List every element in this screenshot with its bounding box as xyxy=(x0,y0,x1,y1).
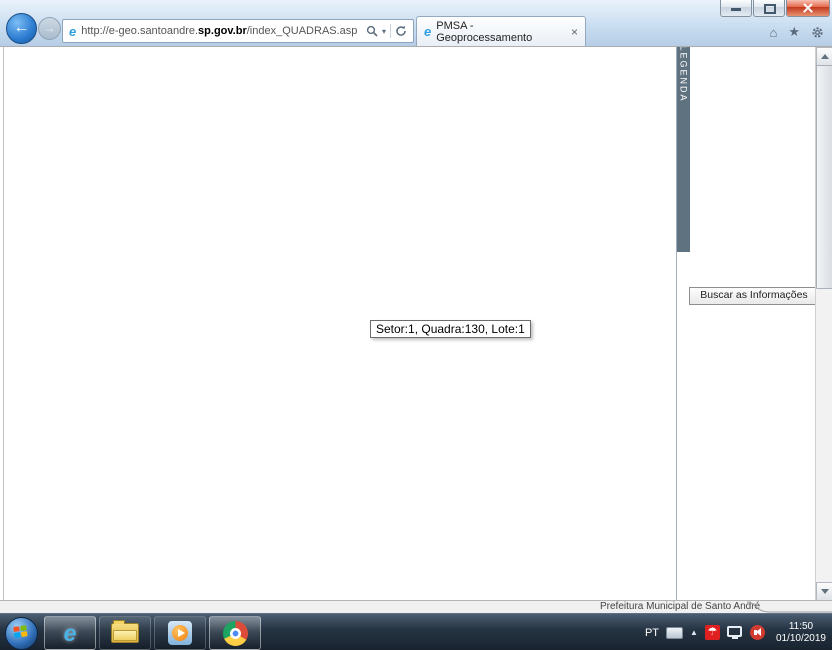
back-button[interactable]: ← xyxy=(6,13,37,44)
minimize-icon xyxy=(731,8,741,11)
scrollbar-thumb[interactable] xyxy=(816,65,832,289)
scroll-down-button[interactable] xyxy=(816,582,832,601)
scroll-up-button[interactable] xyxy=(816,47,832,66)
keyboard-icon[interactable] xyxy=(666,627,683,639)
folder-icon xyxy=(111,623,139,643)
legend-tab[interactable]: LEGENDA xyxy=(677,47,690,252)
taskbar-ie-button[interactable]: e xyxy=(44,616,96,650)
clock-time: 11:50 xyxy=(776,621,826,633)
arrow-down-icon xyxy=(821,589,829,594)
volume-icon[interactable] xyxy=(750,625,765,640)
settings-gear-icon[interactable] xyxy=(811,26,824,39)
status-bar: Prefeitura Municipal de Santo André xyxy=(0,600,832,614)
sidebar-scrollbar[interactable] xyxy=(815,47,832,601)
lot-tooltip: Setor:1, Quadra:130, Lote:1 xyxy=(370,320,531,338)
taskbar-chrome-button[interactable] xyxy=(209,616,261,650)
media-player-icon xyxy=(168,621,192,645)
taskbar-mediaplayer-button[interactable] xyxy=(154,616,206,650)
language-indicator[interactable]: PT xyxy=(645,627,659,639)
tab-pmsa[interactable]: e PMSA - Geoprocessamento × xyxy=(416,16,586,46)
tab-title: PMSA - Geoprocessamento xyxy=(436,20,571,44)
tray-expand-icon[interactable]: ▲ xyxy=(690,628,698,637)
url-text: http://e-geo.santoandre.sp.gov.br/index_… xyxy=(81,25,366,37)
search-icon[interactable] xyxy=(366,25,378,37)
ie-tab-icon: e xyxy=(424,24,431,39)
map-svg[interactable] xyxy=(4,47,676,601)
home-icon[interactable]: ⌂ xyxy=(769,25,777,40)
minimize-button[interactable] xyxy=(720,0,752,17)
tab-strip: e PMSA - Geoprocessamento × xyxy=(416,16,760,46)
status-text: Prefeitura Municipal de Santo André xyxy=(600,601,760,613)
address-bar[interactable]: e http://e-geo.santoandre.sp.gov.br/inde… xyxy=(62,19,414,43)
chrome-icon xyxy=(223,621,248,646)
windows-flag-icon xyxy=(13,625,29,640)
clock-date: 01/10/2019 xyxy=(776,633,826,645)
tab-close-icon[interactable]: × xyxy=(571,25,578,39)
favorites-star-icon[interactable]: ★ xyxy=(788,24,800,40)
ie-page-icon: e xyxy=(69,24,76,39)
antivirus-icon[interactable]: ☂ xyxy=(705,625,720,640)
browser-window: ← → e http://e-geo.santoandre.sp.gov.br/… xyxy=(0,0,832,650)
restore-button[interactable] xyxy=(753,0,785,17)
taskbar-explorer-button[interactable] xyxy=(99,616,151,650)
divider xyxy=(390,24,391,38)
close-button[interactable] xyxy=(786,0,830,17)
forward-button[interactable]: → xyxy=(38,17,61,40)
clock[interactable]: 11:50 01/10/2019 xyxy=(776,621,826,645)
system-tray: PT ▲ ☂ 11:50 01/10/2019 xyxy=(645,614,830,650)
internet-explorer-icon: e xyxy=(64,620,77,647)
network-display-icon[interactable] xyxy=(727,626,743,640)
refresh-icon[interactable] xyxy=(395,25,407,37)
browser-titlebar: ← → e http://e-geo.santoandre.sp.gov.br/… xyxy=(0,0,832,47)
start-button[interactable] xyxy=(5,617,38,650)
legend-sidebar: LEGENDA Buscar as Informações xyxy=(676,46,832,601)
restore-icon xyxy=(764,4,776,14)
arrow-up-icon xyxy=(821,54,829,59)
taskbar: e PT ▲ ☂ 11:50 01/10/2019 xyxy=(0,613,832,650)
search-dropdown-caret[interactable]: ▾ xyxy=(382,27,386,36)
page-content: Setor:1, Quadra:130, Lote:1 LEGENDA Busc… xyxy=(0,46,832,600)
search-info-button[interactable]: Buscar as Informações xyxy=(689,287,819,305)
map-canvas[interactable]: Setor:1, Quadra:130, Lote:1 xyxy=(0,46,676,601)
